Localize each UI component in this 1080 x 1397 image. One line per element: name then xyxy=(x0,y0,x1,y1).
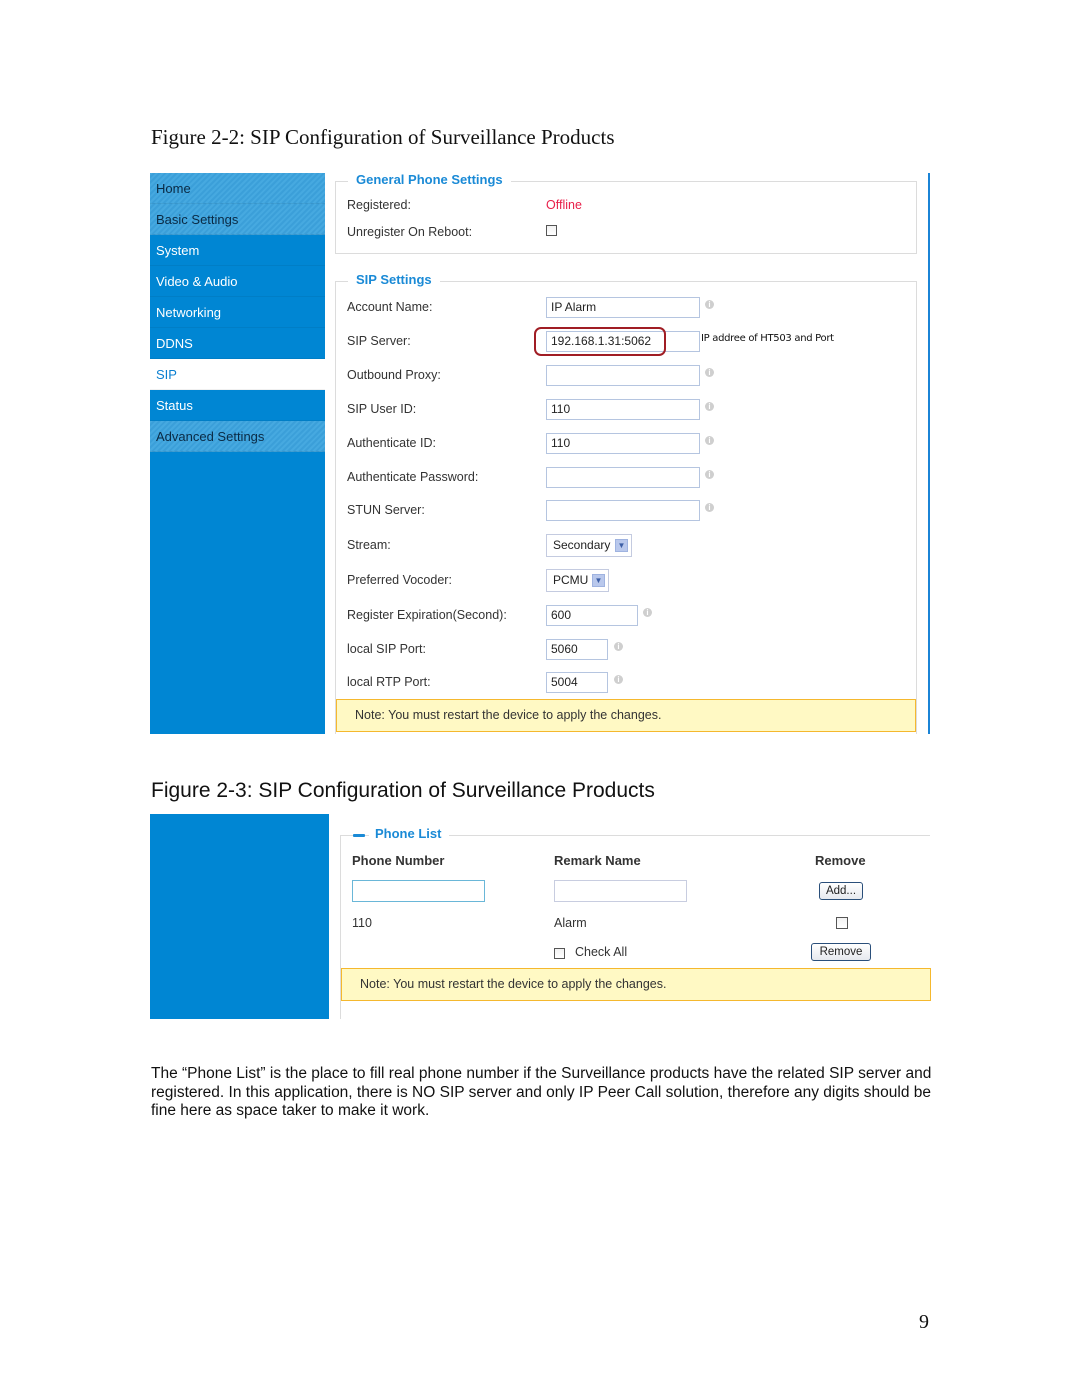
sidebar-nav: Home Basic Settings System Video & Audio… xyxy=(150,173,325,734)
sip-user-id-label: SIP User ID: xyxy=(347,402,417,416)
figure-2-2-caption: Figure 2-2: SIP Configuration of Surveil… xyxy=(151,125,615,149)
preferred-vocoder-label: Preferred Vocoder: xyxy=(347,573,452,587)
sip-settings-legend: SIP Settings xyxy=(348,272,440,287)
local-rtp-port-input[interactable]: 5004 xyxy=(546,672,608,693)
sip-settings-screenshot: Home Basic Settings System Video & Audio… xyxy=(150,172,930,734)
remark-name-header: Remark Name xyxy=(554,853,641,868)
sip-settings-panel: SIP Settings Account Name: IP Alarm i SI… xyxy=(335,272,917,734)
content-right-border xyxy=(928,173,930,734)
sidebar-item-video-audio[interactable]: Video & Audio xyxy=(150,266,325,297)
collapse-icon[interactable] xyxy=(353,834,365,837)
sidebar-item-home[interactable]: Home xyxy=(150,173,325,204)
chevron-down-icon: ▼ xyxy=(592,574,605,587)
figure-2-3-caption: Figure 2-3: SIP Configuration of Surveil… xyxy=(151,779,655,802)
restart-note: Note: You must restart the device to app… xyxy=(336,699,916,732)
sip-user-id-input[interactable]: 110 xyxy=(546,399,700,420)
info-icon: i xyxy=(614,642,623,651)
outbound-proxy-label: Outbound Proxy: xyxy=(347,368,441,382)
authenticate-id-label: Authenticate ID: xyxy=(347,436,436,450)
sip-server-label: SIP Server: xyxy=(347,334,411,348)
sidebar-item-status[interactable]: Status xyxy=(150,390,325,421)
preferred-vocoder-select[interactable]: PCMU ▼ xyxy=(546,569,609,592)
local-sip-port-input[interactable]: 5060 xyxy=(546,639,608,660)
register-expiration-input[interactable]: 600 xyxy=(546,605,638,626)
outbound-proxy-input[interactable] xyxy=(546,365,700,386)
local-sip-port-label: local SIP Port: xyxy=(347,642,426,656)
local-rtp-port-label: local RTP Port: xyxy=(347,675,431,689)
phone-list-screenshot: Phone List Phone Number Remark Name Remo… xyxy=(150,814,931,1019)
authenticate-password-label: Authenticate Password: xyxy=(347,470,479,484)
stream-select[interactable]: Secondary ▼ xyxy=(546,534,632,557)
phone-number-input[interactable] xyxy=(352,880,485,902)
info-icon: i xyxy=(705,503,714,512)
phone-number-cell: 110 xyxy=(352,916,372,930)
info-icon: i xyxy=(705,436,714,445)
phone-list-panel: Phone List Phone Number Remark Name Remo… xyxy=(340,826,931,1019)
account-name-input[interactable]: IP Alarm xyxy=(546,297,700,318)
authenticate-password-input[interactable] xyxy=(546,467,700,488)
remark-name-cell: Alarm xyxy=(554,916,587,930)
sidebar-item-networking[interactable]: Networking xyxy=(150,297,325,328)
restart-note: Note: You must restart the device to app… xyxy=(341,968,931,1001)
sip-server-hint: IP addree of HT503 and Port xyxy=(701,333,834,344)
sidebar-item-ddns[interactable]: DDNS xyxy=(150,328,325,359)
authenticate-id-input[interactable]: 110 xyxy=(546,433,700,454)
sidebar-item-system[interactable]: System xyxy=(150,235,325,266)
check-all-label[interactable]: Check All xyxy=(575,945,627,959)
info-icon: i xyxy=(705,470,714,479)
sidebar-item-advanced-settings[interactable]: Advanced Settings xyxy=(150,421,325,452)
unregister-on-reboot-label: Unregister On Reboot: xyxy=(347,225,473,239)
remark-name-input[interactable] xyxy=(554,880,687,902)
row-remove-checkbox[interactable] xyxy=(836,917,848,929)
stream-label: Stream: xyxy=(347,538,391,552)
account-name-label: Account Name: xyxy=(347,300,433,314)
phone-list-legend: Phone List xyxy=(369,826,450,841)
remove-header: Remove xyxy=(815,853,866,868)
sidebar-item-sip[interactable]: SIP xyxy=(150,359,325,390)
stun-server-label: STUN Server: xyxy=(347,503,425,517)
register-expiration-label: Register Expiration(Second): xyxy=(347,608,507,622)
info-icon: i xyxy=(643,608,652,617)
info-icon: i xyxy=(705,402,714,411)
chevron-down-icon: ▼ xyxy=(615,539,628,552)
sidebar-nav xyxy=(150,814,329,1019)
check-all-checkbox[interactable] xyxy=(554,948,565,959)
phone-number-header: Phone Number xyxy=(352,853,445,868)
page-number: 9 xyxy=(919,1311,929,1333)
stream-selected-value: Secondary xyxy=(553,538,611,552)
remove-button[interactable]: Remove xyxy=(811,943,871,961)
info-icon: i xyxy=(614,675,623,684)
info-icon: i xyxy=(705,368,714,377)
add-button[interactable]: Add... xyxy=(819,882,863,900)
vocoder-selected-value: PCMU xyxy=(553,573,589,587)
registered-label: Registered: xyxy=(347,198,411,212)
info-icon: i xyxy=(705,300,714,309)
body-paragraph: The “Phone List” is the place to fill re… xyxy=(151,1065,932,1119)
general-phone-settings-panel: General Phone Settings Registered: Offli… xyxy=(335,172,917,254)
unregister-on-reboot-checkbox[interactable] xyxy=(546,225,557,236)
registered-status: Offline xyxy=(546,198,582,212)
sidebar-item-basic-settings[interactable]: Basic Settings xyxy=(150,204,325,235)
sip-server-highlight-annotation xyxy=(534,327,666,356)
stun-server-input[interactable] xyxy=(546,500,700,521)
general-phone-settings-legend: General Phone Settings xyxy=(348,172,511,187)
